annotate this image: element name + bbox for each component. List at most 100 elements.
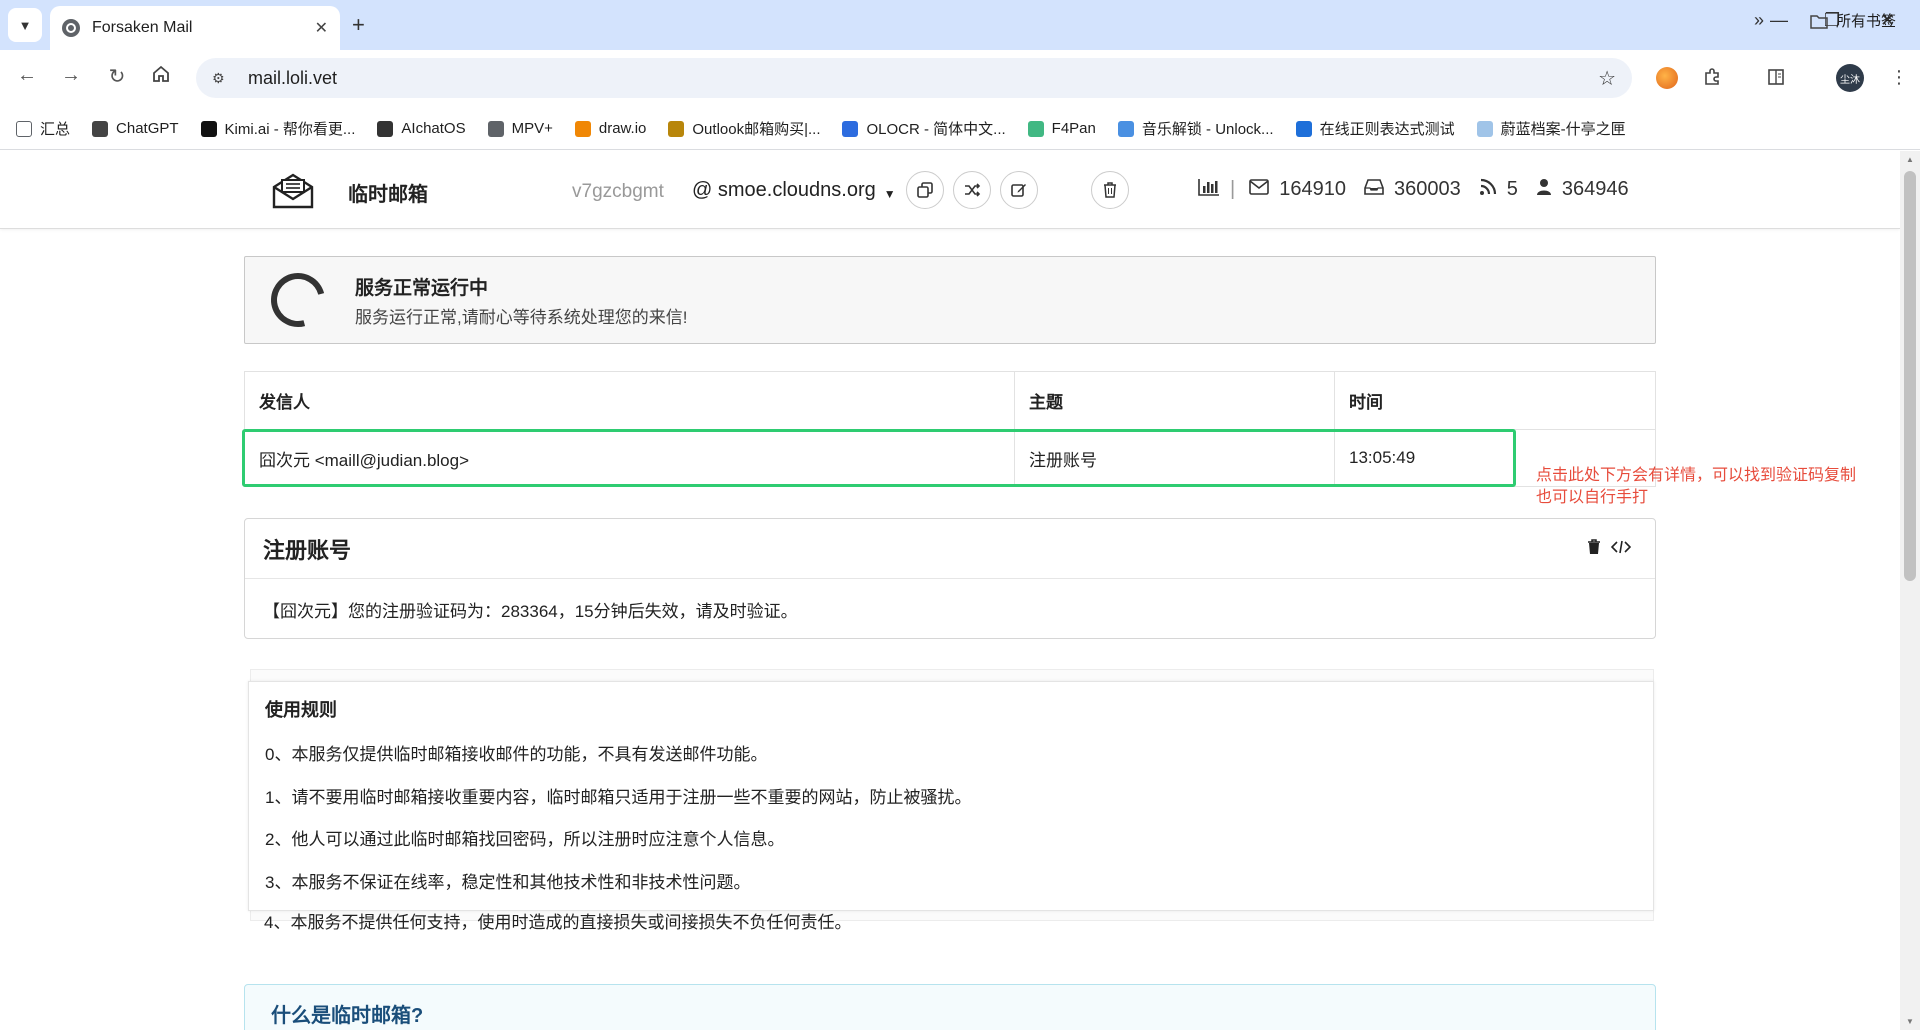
user-icon	[1536, 178, 1552, 201]
what-is-card: 什么是临时邮箱?	[244, 984, 1656, 1030]
inbox-icon	[1364, 179, 1384, 200]
drawio-icon	[574, 120, 591, 137]
edit-address-button[interactable]	[1000, 171, 1038, 209]
rule-item: 4、本服务不提供任何支持，使用时造成的直接损失或间接损失不负任何责任。	[264, 913, 852, 932]
detail-title: 注册账号	[263, 538, 352, 563]
all-bookmarks-label: 所有书签	[1836, 13, 1897, 30]
bookmark-item[interactable]: 汇总	[16, 118, 70, 139]
delete-mailbox-button[interactable]	[1091, 171, 1129, 209]
reading-list-icon[interactable]	[1766, 67, 1786, 92]
stat-emails-value: 164910	[1279, 178, 1346, 200]
forward-button[interactable]: →	[56, 64, 86, 87]
ocr-icon	[842, 120, 859, 137]
bookmark-label: 在线正则表达式测试	[1319, 121, 1455, 138]
bookmark-item[interactable]: 在线正则表达式测试	[1295, 118, 1455, 139]
detail-body: 【囧次元】您的注册验证码为：283364，15分钟后失效，请及时验证。	[263, 602, 798, 621]
rule-item: 0、本服务仅提供临时邮箱接收邮件的功能，不具有发送邮件功能。	[265, 745, 768, 764]
home-icon	[153, 65, 169, 82]
rules-card: 使用规则 0、本服务仅提供临时邮箱接收邮件的功能，不具有发送邮件功能。 1、请不…	[248, 681, 1654, 911]
table-row[interactable]: 囧次元 <maill@judian.blog> 注册账号 13:05:49	[245, 430, 1655, 486]
mail-subject: 注册账号	[1015, 430, 1335, 486]
mailbox-username[interactable]: v7gzcbgmt	[572, 181, 664, 203]
domain-select[interactable]: @ smoe.cloudns.org ▼	[692, 179, 896, 202]
tab-strip: ▼ Forsaken Mail ✕ + — ❐ ✕	[0, 0, 1920, 50]
caret-down-icon: ▼	[883, 186, 896, 201]
reload-button[interactable]: ↻	[102, 64, 132, 89]
scroll-down-icon[interactable]: ▼	[1906, 1017, 1914, 1026]
address-bar[interactable]: ⚙ mail.loli.vet ☆	[196, 58, 1632, 98]
rule-item: 1、请不要用临时邮箱接收重要内容，临时邮箱只适用于注册一些不重要的网站，防止被骚…	[265, 788, 972, 807]
openai-icon	[377, 120, 394, 137]
bookmark-label: F4Pan	[1051, 120, 1096, 137]
minimize-button[interactable]: —	[1770, 10, 1788, 31]
domain-value: @ smoe.cloudns.org	[692, 179, 876, 201]
mail-sender: 囧次元 <maill@judian.blog>	[245, 430, 1015, 486]
bar-chart-icon	[1198, 178, 1220, 201]
bookmark-item[interactable]: draw.io	[574, 120, 646, 137]
chatgpt-icon	[92, 120, 109, 137]
bookmark-label: 汇总	[40, 121, 71, 138]
copy-address-button[interactable]	[906, 171, 944, 209]
stat-users-value: 364946	[1561, 178, 1629, 200]
bookmark-item[interactable]: ChatGPT	[92, 120, 179, 137]
stat-inbox-value: 360003	[1393, 178, 1461, 200]
bookmark-item[interactable]: AIchatOS	[377, 120, 466, 137]
bookmark-star-icon[interactable]: ☆	[1598, 66, 1616, 91]
bookmark-item[interactable]: 音乐解锁 - Unlock...	[1117, 118, 1274, 139]
annotation-note: 点击此处下方会有详情，可以找到验证码复制 也可以自行手打	[1536, 465, 1896, 509]
annotation-line-2: 也可以自行手打	[1536, 489, 1649, 506]
bookmark-item[interactable]: 蔚蓝档案-什亭之匣	[1476, 118, 1626, 139]
page-scrollbar[interactable]: ▲ ▼	[1900, 151, 1920, 1030]
stats-separator: |	[1230, 178, 1236, 200]
status-title: 服务正常运行中	[355, 278, 489, 299]
all-bookmarks-button[interactable]: 所有书签	[1810, 10, 1896, 31]
profile-avatar[interactable]: 尘沐	[1836, 64, 1864, 92]
bookmark-item[interactable]: OLOCR - 简体中文...	[842, 118, 1006, 139]
bookmark-label: Kimi.ai - 帮你看更...	[224, 121, 356, 138]
rules-title: 使用规则	[265, 700, 337, 720]
site-title: 临时邮箱	[348, 184, 428, 206]
detail-header: 注册账号	[245, 519, 1655, 579]
back-button[interactable]: ←	[12, 64, 42, 87]
browser-toolbar: ← → ↻ ⚙ mail.loli.vet ☆ 尘沐 ⋮	[0, 50, 1920, 108]
menu-kebab-icon[interactable]: ⋮	[1890, 67, 1908, 88]
bookmark-label: OLOCR - 简体中文...	[866, 121, 1006, 138]
loading-spinner-icon	[261, 263, 335, 337]
arrow-right-icon: →	[61, 64, 81, 86]
bookmark-label: 音乐解锁 - Unlock...	[1141, 121, 1274, 138]
bookmark-item[interactable]: F4Pan	[1027, 120, 1096, 137]
scrollbar-thumb[interactable]	[1904, 171, 1916, 581]
scroll-up-icon[interactable]: ▲	[1906, 155, 1914, 164]
code-icon[interactable]	[1610, 539, 1632, 560]
bookmark-item[interactable]: Outlook邮箱购买|...	[668, 118, 820, 139]
chevron-down-icon: ▼	[18, 17, 32, 33]
random-address-button[interactable]	[953, 171, 991, 209]
copy-icon	[917, 182, 933, 198]
trash-icon[interactable]	[1587, 539, 1601, 560]
tab-search-button[interactable]: ▼	[8, 8, 42, 42]
extension-orange-icon[interactable]	[1656, 67, 1678, 89]
envelope-icon	[1249, 179, 1270, 200]
mail-detail-card: 注册账号 【囧次元】您的注册验证码为：283364，15分钟后失效，请及时验证。	[244, 518, 1656, 639]
edit-icon	[1011, 184, 1026, 197]
bookmark-item[interactable]: MPV+	[487, 120, 553, 137]
bookmarks-overflow-icon[interactable]: »	[1754, 10, 1764, 31]
envelope-logo-icon	[272, 173, 314, 209]
annotation-line-1: 点击此处下方会有详情，可以找到验证码复制	[1536, 467, 1857, 484]
globe-icon	[487, 120, 504, 137]
column-sender: 发信人	[245, 372, 1015, 429]
service-status-box: 服务正常运行中 服务运行正常,请耐心等待系统处理您的来信!	[244, 256, 1656, 344]
folder-icon	[1810, 14, 1828, 29]
arrow-left-icon: ←	[17, 64, 37, 86]
browser-tab[interactable]: Forsaken Mail ✕	[50, 6, 340, 50]
site-info-icon[interactable]: ⚙	[212, 70, 232, 87]
extensions-puzzle-icon[interactable]	[1702, 67, 1722, 92]
globe-icon	[62, 19, 80, 37]
home-button[interactable]	[146, 64, 176, 90]
close-tab-icon[interactable]: ✕	[315, 18, 328, 38]
bookmark-label: 蔚蓝档案-什亭之匣	[1500, 121, 1626, 138]
new-tab-button[interactable]: +	[352, 12, 365, 38]
bookmark-item[interactable]: Kimi.ai - 帮你看更...	[200, 118, 356, 139]
shuffle-icon	[965, 183, 981, 197]
stat-online-value: 5	[1506, 178, 1518, 200]
